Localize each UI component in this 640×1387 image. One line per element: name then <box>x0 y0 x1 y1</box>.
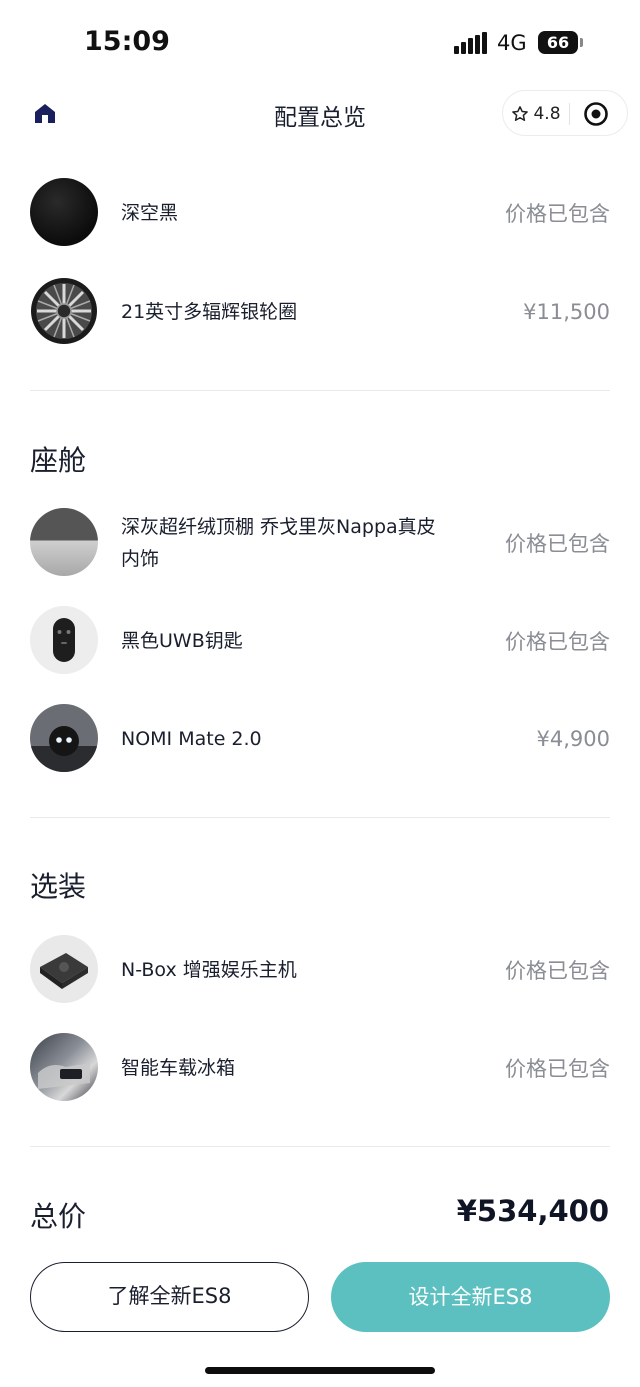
section-divider <box>30 817 610 818</box>
network-label: 4G <box>497 31 527 55</box>
capsule-divider <box>569 103 570 125</box>
list-item-paint: 深空黑 价格已包含 <box>30 178 610 248</box>
section-title-options: 选装 <box>30 870 87 903</box>
item-price: 价格已包含 <box>505 1057 610 1081</box>
car-fridge-icon <box>30 1033 98 1101</box>
item-name: 深灰超纤绒顶棚 乔戈里灰Nappa真皮内饰 <box>121 516 436 570</box>
black-paint-swatch-icon <box>30 178 98 246</box>
item-name: N-Box 增强娱乐主机 <box>121 959 297 981</box>
section-title-cabin: 座舱 <box>30 444 87 477</box>
nav-bar: 配置总览 4.8 <box>0 84 640 144</box>
item-price: 价格已包含 <box>505 202 610 226</box>
item-price: 价格已包含 <box>505 630 610 654</box>
target-icon[interactable] <box>583 101 609 127</box>
item-name: 深空黑 <box>121 202 179 224</box>
battery-icon: 66 <box>538 31 583 54</box>
car-key-icon <box>30 606 98 674</box>
battery-level: 66 <box>546 33 570 52</box>
status-time: 15:09 <box>84 26 170 57</box>
item-price: 价格已包含 <box>505 959 610 983</box>
interior-swatch-icon <box>30 508 98 576</box>
item-name: NOMI Mate 2.0 <box>121 728 262 750</box>
item-name: 21英寸多辐辉银轮圈 <box>121 301 298 323</box>
nbox-console-icon <box>30 935 98 1003</box>
item-price: ¥4,900 <box>536 727 610 751</box>
total-value: ¥534,400 <box>456 1194 609 1228</box>
list-item-interior: 深灰超纤绒顶棚 乔戈里灰Nappa真皮内饰 价格已包含 <box>30 508 610 578</box>
star-icon <box>512 106 529 121</box>
item-name: 黑色UWB钥匙 <box>121 630 243 652</box>
learn-es8-button[interactable]: 了解全新ES8 <box>30 1262 309 1332</box>
list-item-key: 黑色UWB钥匙 价格已包含 <box>30 606 610 676</box>
rating-button[interactable]: 4.8 <box>503 91 569 137</box>
section-divider <box>30 1146 610 1147</box>
list-item-nomi: NOMI Mate 2.0 ¥4,900 <box>30 704 610 774</box>
total-label: 总价 <box>30 1200 87 1233</box>
list-item-fridge: 智能车载冰箱 价格已包含 <box>30 1033 610 1103</box>
mini-program-capsule: 4.8 <box>502 90 628 136</box>
design-es8-button[interactable]: 设计全新ES8 <box>331 1262 610 1332</box>
item-price: 价格已包含 <box>505 532 610 556</box>
item-price: ¥11,500 <box>523 300 610 324</box>
rating-value: 4.8 <box>533 104 561 124</box>
status-bar: 15:09 4G 66 <box>0 0 640 84</box>
list-item-nbox: N-Box 增强娱乐主机 价格已包含 <box>30 935 610 1005</box>
item-name: 智能车载冰箱 <box>121 1057 236 1079</box>
home-indicator <box>205 1367 435 1374</box>
list-item-wheel: 21英寸多辐辉银轮圈 ¥11,500 <box>30 277 610 347</box>
signal-icon <box>454 32 488 54</box>
nomi-robot-icon <box>30 704 98 772</box>
section-divider <box>30 390 610 391</box>
wheel-rim-icon <box>30 277 98 345</box>
